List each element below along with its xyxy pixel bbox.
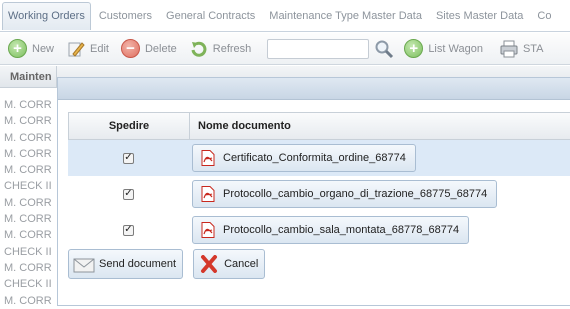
table-row[interactable]: M. CORR <box>0 146 57 162</box>
document-link-button[interactable]: Certificato_Conformita_ordine_68774 <box>192 144 416 172</box>
magnifier-icon <box>374 39 394 59</box>
pdf-icon <box>201 222 215 238</box>
printer-icon <box>499 39 519 59</box>
spedire-checkbox[interactable]: ✓ <box>123 224 134 236</box>
tab-maintenance-type-master-data[interactable]: Maintenance Type Master Data <box>263 2 428 30</box>
table-row[interactable]: M. CORR <box>0 113 57 129</box>
table-row[interactable]: M. CORR <box>0 211 57 227</box>
table-row[interactable]: M. CORR <box>0 260 57 276</box>
minus-icon: − <box>120 38 141 59</box>
document-name: Protocollo_cambio_organo_di_trazione_687… <box>223 188 488 200</box>
table-row[interactable]: M. CORR <box>0 293 57 309</box>
dialog-footer: Send document Cancel <box>68 249 275 279</box>
send-document-dialog: Spedire Nome documento ✓ Certificato_Con… <box>57 77 570 306</box>
tab-customers[interactable]: Customers <box>93 2 158 30</box>
table-row[interactable]: M. CORR <box>0 97 57 113</box>
spedire-checkbox[interactable]: ✓ <box>123 188 134 200</box>
sta-label: STA <box>522 42 544 55</box>
delete-button[interactable]: − Delete <box>117 36 181 62</box>
search-button[interactable] <box>372 36 396 62</box>
search-input[interactable] <box>267 38 370 59</box>
document-name: Certificato_Conformita_ordine_68774 <box>223 152 406 164</box>
table-row[interactable]: M. CORR <box>0 195 57 211</box>
document-row[interactable]: ✓ Protocollo_cambio_organo_di_trazione_6… <box>68 176 570 212</box>
new-button[interactable]: + New <box>4 36 58 62</box>
delete-label: Delete <box>144 42 177 55</box>
edit-label: Edit <box>90 42 109 55</box>
tab-sites-master-data[interactable]: Sites Master Data <box>430 2 529 30</box>
tab-co[interactable]: Co <box>531 2 557 30</box>
column-nome-documento[interactable]: Nome documento <box>190 113 291 139</box>
grid-rows: M. CORR M. CORR M. CORR M. CORR M. CORR … <box>0 97 57 309</box>
list-wagon-button[interactable]: + List Wagon <box>400 36 487 62</box>
envelope-icon <box>73 255 95 273</box>
document-name: Protocollo_cambio_sala_montata_68778_687… <box>223 224 460 236</box>
spedire-checkbox[interactable]: ✓ <box>123 152 134 164</box>
pdf-icon <box>201 150 215 166</box>
documents-table-header: Spedire Nome documento <box>68 112 570 140</box>
edit-button[interactable]: Edit <box>62 36 113 62</box>
cancel-label: Cancel <box>224 258 259 270</box>
cancel-button[interactable]: Cancel <box>193 249 266 279</box>
column-spedire[interactable]: Spedire <box>69 113 190 139</box>
refresh-button[interactable]: Refresh <box>185 36 256 62</box>
dialog-titlebar[interactable] <box>58 78 570 100</box>
refresh-label: Refresh <box>212 42 252 55</box>
send-document-label: Send document <box>99 258 177 270</box>
toolbar: + New Edit − Delete Refresh + List Wagon… <box>0 33 570 65</box>
table-row[interactable]: M. CORR <box>0 162 57 178</box>
stampa-button[interactable]: STA <box>495 36 548 62</box>
document-row[interactable]: ✓ Protocollo_cambio_sala_montata_68778_6… <box>68 212 570 248</box>
new-label: New <box>32 42 55 55</box>
table-row[interactable]: M. CORR <box>0 130 57 146</box>
pencil-icon <box>66 39 86 59</box>
close-icon <box>198 255 220 273</box>
pdf-icon <box>201 186 215 202</box>
documents-table: Spedire Nome documento ✓ Certificato_Con… <box>68 112 570 248</box>
table-row[interactable]: CHECK II <box>0 276 57 292</box>
document-row[interactable]: ✓ Certificato_Conformita_ordine_68774 <box>68 140 570 176</box>
column-maintenance[interactable]: Mainten <box>0 66 57 88</box>
table-row[interactable]: CHECK II <box>0 244 57 260</box>
tab-general-contracts[interactable]: General Contracts <box>160 2 261 30</box>
list-wagon-label: List Wagon <box>428 42 483 55</box>
refresh-icon <box>189 39 209 59</box>
plus-icon: + <box>404 38 424 59</box>
document-link-button[interactable]: Protocollo_cambio_sala_montata_68778_687… <box>192 216 470 244</box>
table-row[interactable]: M. CORR <box>0 227 57 243</box>
document-link-button[interactable]: Protocollo_cambio_organo_di_trazione_687… <box>192 180 498 208</box>
send-document-button[interactable]: Send document <box>68 249 184 279</box>
module-tabbar: Working Orders Customers General Contrac… <box>0 0 570 32</box>
plus-icon: + <box>8 38 28 59</box>
tab-working-orders[interactable]: Working Orders <box>2 1 91 30</box>
table-row[interactable]: CHECK II <box>0 178 57 194</box>
